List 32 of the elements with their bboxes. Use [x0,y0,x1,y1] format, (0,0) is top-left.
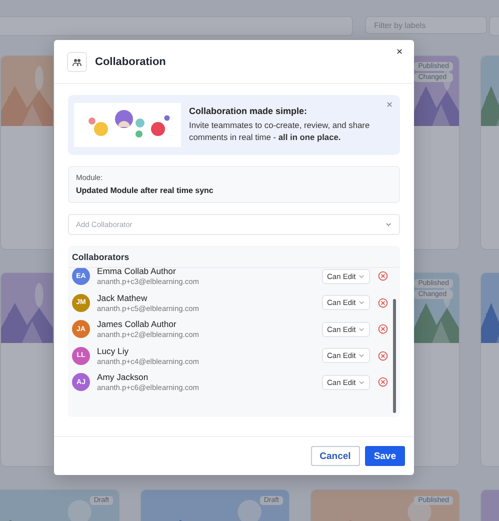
cancel-button[interactable]: Cancel [310,446,360,466]
close-button[interactable] [394,46,405,57]
close-icon [396,48,403,55]
caret-icon [358,352,365,360]
people-icon [67,52,87,72]
collaborator-name: James Collab Author [97,319,178,330]
panel-heading: Collaborators [68,246,400,268]
remove-button[interactable] [378,298,388,308]
module-card[interactable] [0,55,53,250]
caret-icon [358,299,365,306]
search-field[interactable] [0,16,353,36]
remove-button[interactable] [378,271,388,282]
banner-text: Invite teammates to co-create, review, and share comments in real time - all in one place. [189,120,371,144]
collaborator-name: Jack Mathew [97,292,148,303]
collaborator-name: Amy Jackson [97,372,150,382]
caret-icon [385,221,392,228]
remove-button[interactable] [378,324,388,334]
scrollbar[interactable] [393,299,396,413]
dialog-title: Collaboration [95,56,166,68]
caret-icon [358,272,365,280]
module-card[interactable] [0,272,53,467]
collaborator-name: Lucy Liy [97,346,130,356]
collaborator-name: Emma Collab Author [97,268,177,276]
caret-icon [358,378,365,386]
module-name: Updated Module after real time sync [76,186,214,195]
save-button[interactable]: Save [364,446,405,466]
caret-icon [358,326,365,333]
remove-button[interactable] [378,350,388,361]
banner-heading: Collaboration made simple: [189,106,308,116]
remove-button[interactable] [378,377,388,388]
close-icon [386,101,393,108]
dismiss-button[interactable] [385,100,394,109]
